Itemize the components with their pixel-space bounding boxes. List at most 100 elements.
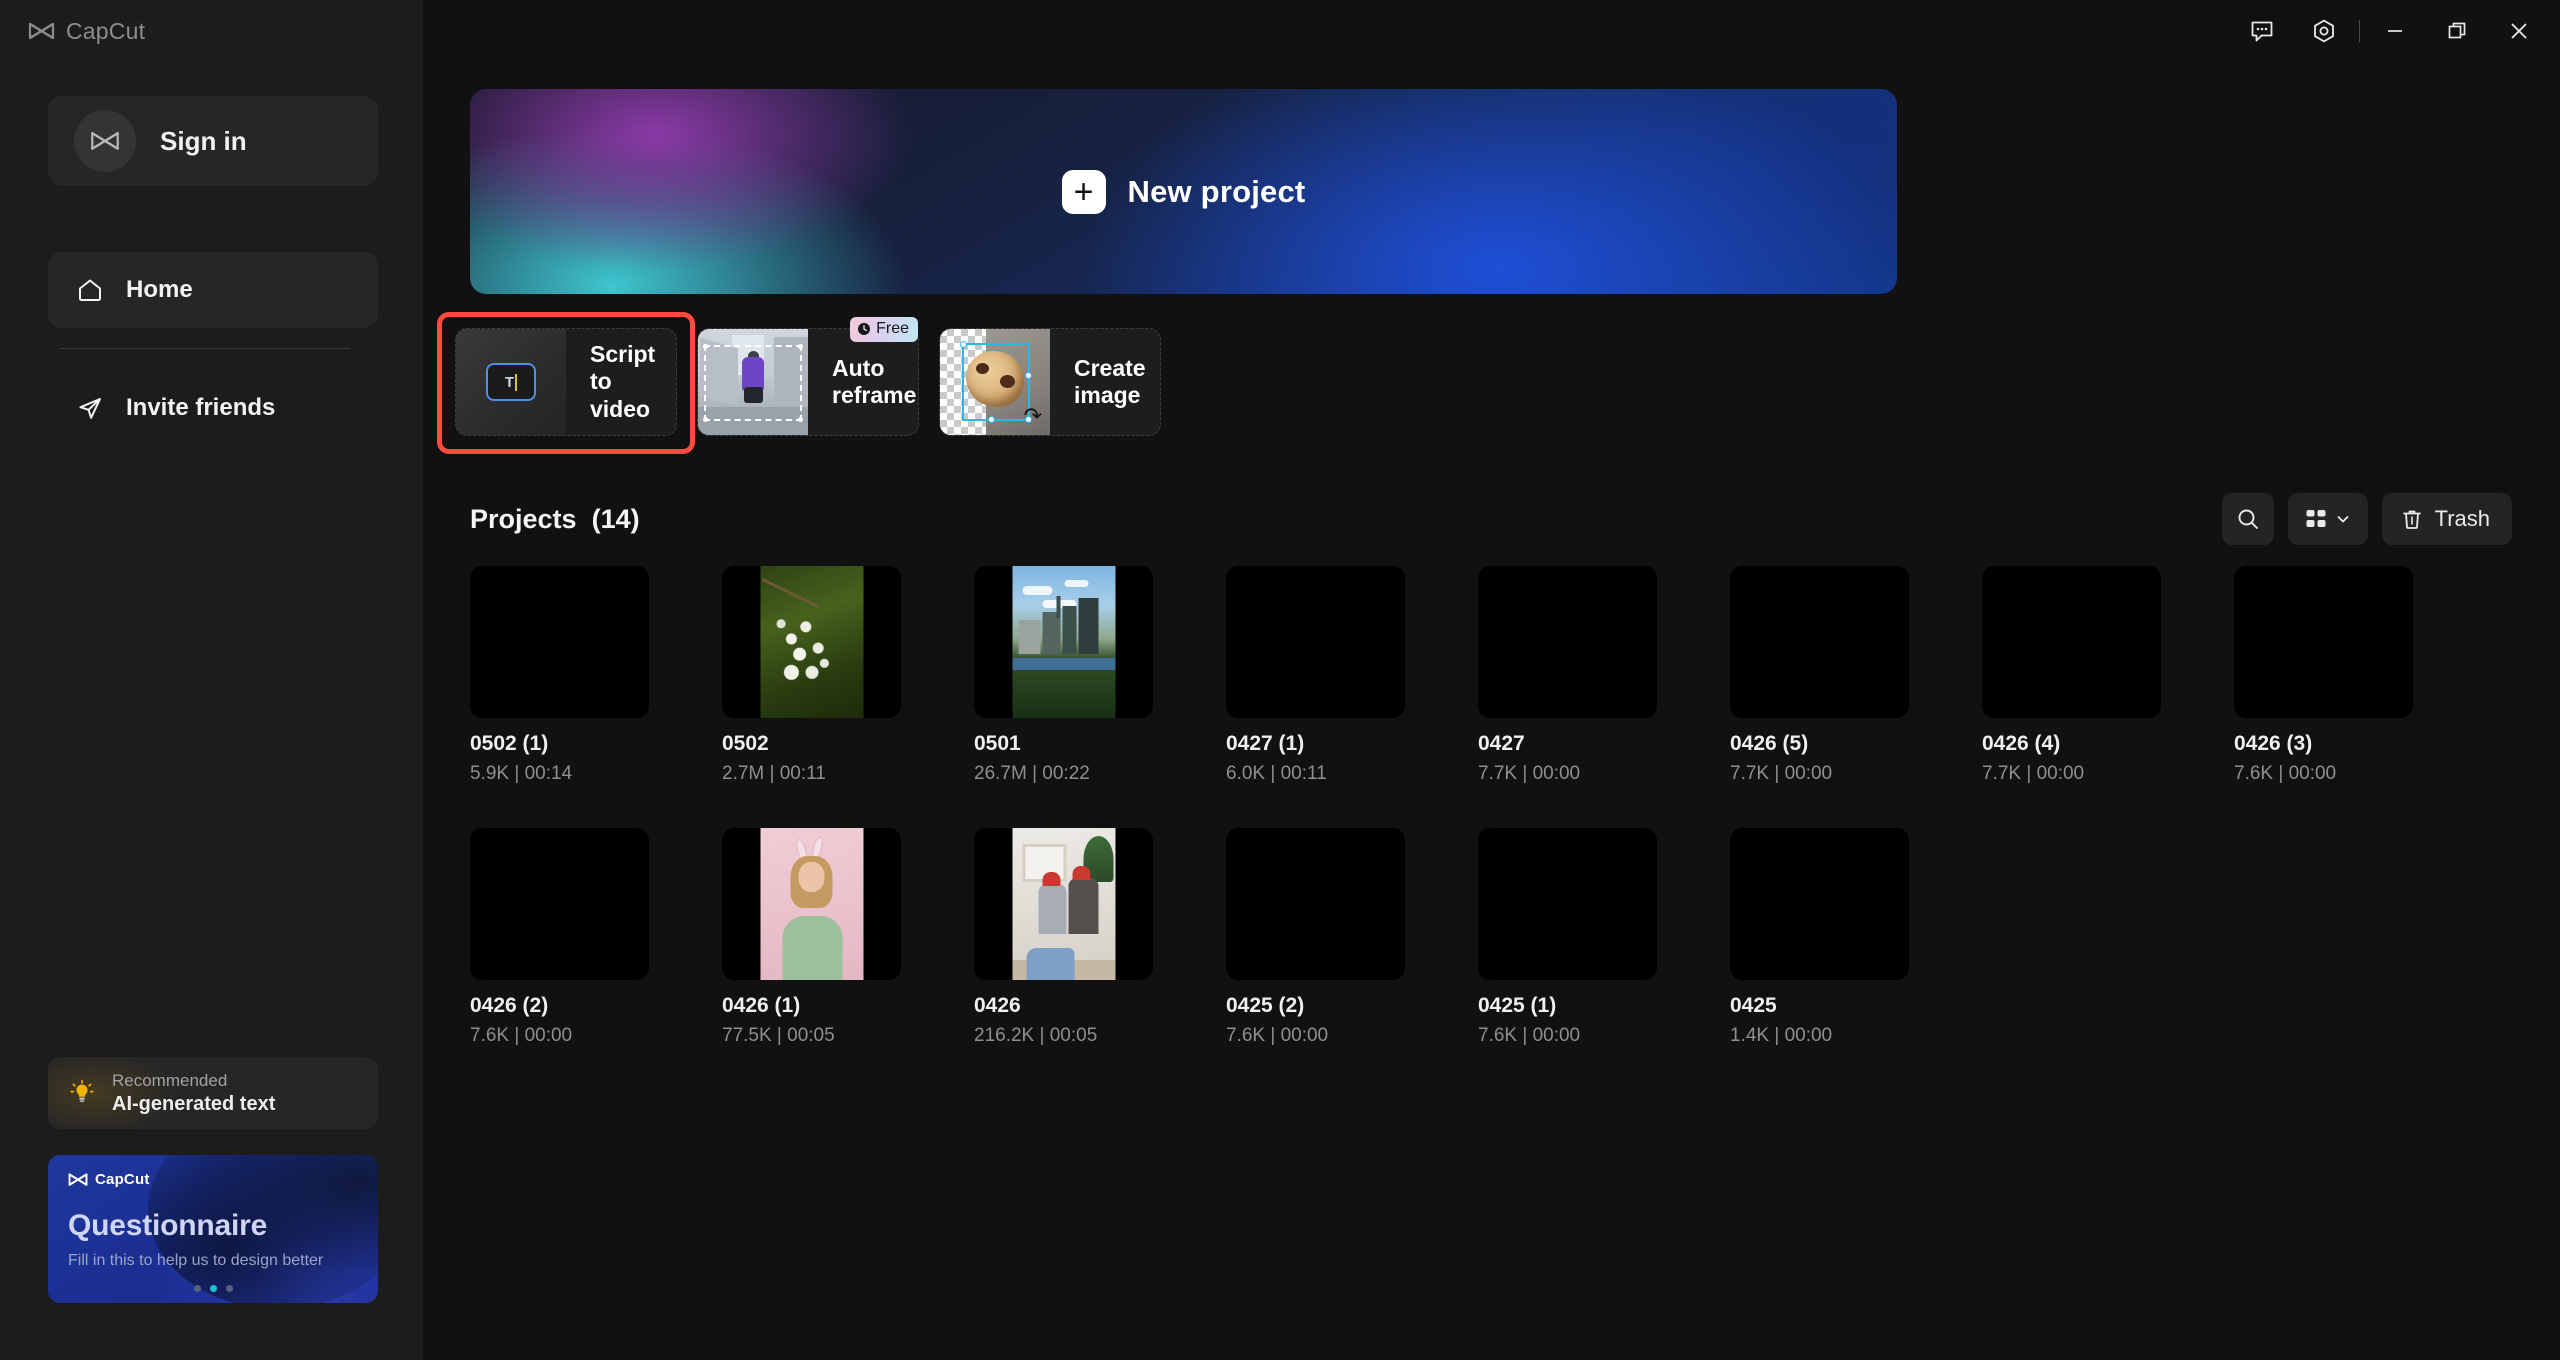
project-meta: 7.7K | 00:00	[1478, 763, 1581, 784]
project-meta: 77.5K | 00:05	[722, 1025, 835, 1046]
thumbnail-art	[760, 828, 863, 980]
project-meta: 26.7M | 00:22	[974, 763, 1090, 784]
project-thumbnail[interactable]	[722, 566, 901, 718]
promo-logo-text: CapCut	[95, 1171, 150, 1188]
project-tile[interactable]: 0426 (4) 7.7K | 00:00	[1982, 566, 2161, 785]
search-icon	[2238, 509, 2258, 529]
promo-subtitle: Fill in this to help us to design better	[68, 1252, 324, 1269]
project-thumbnail[interactable]	[1478, 828, 1657, 980]
project-tile[interactable]: 0501 26.7M | 00:22	[974, 566, 1153, 785]
promo-dot-1[interactable]	[193, 1285, 201, 1292]
sidebar: Sign in Home Invite friends Recommended …	[0, 0, 423, 1360]
restore-icon[interactable]	[2426, 0, 2488, 62]
project-name: 0425	[1730, 994, 1777, 1017]
feature-card-create-image[interactable]: ↷ Create image	[939, 328, 1161, 436]
project-tile[interactable]: 0502 2.7M | 00:11	[722, 566, 901, 785]
view-mode-button[interactable]	[2287, 493, 2368, 545]
feature-card-script-to-video[interactable]: T Script to video	[455, 328, 677, 436]
projects-grid: 0502 (1) 5.9K | 00:14 0502 2.7M | 00:11 0501…	[470, 566, 2530, 1047]
trash-icon	[2402, 510, 2421, 529]
project-meta: 2.7M | 00:11	[722, 763, 826, 784]
project-thumbnail[interactable]	[1226, 828, 1405, 980]
project-name: 0426 (5)	[1730, 732, 1809, 755]
new-project-label: New project	[1127, 173, 1306, 209]
plus-icon: +	[1061, 169, 1106, 214]
promo-carousel-dots[interactable]	[48, 1285, 378, 1292]
script-to-video-thumbnail: T	[456, 329, 566, 435]
sign-in-button[interactable]: Sign in	[48, 96, 378, 186]
sidebar-divider	[60, 348, 350, 349]
promo-dot-3[interactable]	[225, 1285, 233, 1292]
projects-header: Projects (14) Trash	[470, 490, 2512, 548]
window-controls	[2231, 0, 2560, 62]
sidebar-item-home[interactable]: Home	[48, 252, 378, 328]
project-thumbnail[interactable]	[1730, 566, 1909, 718]
auto-reframe-thumbnail	[698, 329, 808, 435]
feature-card-auto-reframe-label: Auto reframe	[832, 354, 917, 408]
recommended-card[interactable]: Recommended AI-generated text	[48, 1057, 378, 1129]
close-icon[interactable]	[2488, 0, 2550, 62]
feedback-icon[interactable]	[2231, 0, 2293, 62]
promo-title: Questionnaire	[68, 1209, 268, 1242]
recommended-feature: AI-generated text	[112, 1092, 276, 1115]
titlebar-divider	[2359, 20, 2360, 42]
home-icon	[76, 276, 104, 304]
questionnaire-promo-card[interactable]: CapCut Questionnaire Fill in this to hel…	[48, 1155, 378, 1303]
project-tile[interactable]: 0426 (2) 7.6K | 00:00	[470, 828, 649, 1047]
project-thumbnail[interactable]	[974, 566, 1153, 718]
project-tile[interactable]: 0425 1.4K | 00:00	[1730, 828, 1909, 1047]
project-thumbnail[interactable]	[1730, 828, 1909, 980]
project-tile[interactable]: 0427 (1) 6.0K | 00:11	[1226, 566, 1405, 785]
project-meta: 5.9K | 00:14	[470, 763, 573, 784]
project-name: 0426 (4)	[1982, 732, 2061, 755]
project-name: 0502 (1)	[470, 732, 549, 755]
project-tile[interactable]: 0426 (5) 7.7K | 00:00	[1730, 566, 1909, 785]
promo-dot-2[interactable]	[209, 1285, 217, 1292]
project-tile[interactable]: 0425 (2) 7.6K | 00:00	[1226, 828, 1405, 1047]
project-thumbnail[interactable]	[722, 828, 901, 980]
project-thumbnail[interactable]	[2234, 566, 2413, 718]
project-name: 0427 (1)	[1226, 732, 1305, 755]
project-name: 0426 (2)	[470, 994, 549, 1017]
project-thumbnail[interactable]	[470, 566, 649, 718]
project-thumbnail[interactable]	[1478, 566, 1657, 718]
project-meta: 7.7K | 00:00	[1982, 763, 2085, 784]
capcut-mark-icon	[28, 22, 55, 39]
projects-title-text: Projects	[470, 503, 577, 534]
feature-cards-row: T Script to video Auto reframe Free ↷ Cr…	[423, 312, 2560, 472]
free-badge-label: Free	[876, 320, 909, 337]
create-image-thumbnail: ↷	[940, 329, 1050, 435]
project-tile[interactable]: 0426 216.2K | 00:05	[974, 828, 1153, 1047]
project-tile[interactable]: 0425 (1) 7.6K | 00:00	[1478, 828, 1657, 1047]
project-tile[interactable]: 0426 (1) 77.5K | 00:05	[722, 828, 901, 1047]
project-thumbnail[interactable]	[470, 828, 649, 980]
capcut-mark-icon	[91, 131, 119, 150]
minimize-icon[interactable]	[2364, 0, 2426, 62]
project-meta: 7.6K | 00:00	[1478, 1025, 1581, 1046]
app-logo: CapCut	[28, 18, 145, 45]
project-name: 0426 (1)	[722, 994, 801, 1017]
project-tile[interactable]: 0426 (3) 7.6K | 00:00	[2234, 566, 2413, 785]
search-button[interactable]	[2221, 493, 2274, 545]
project-name: 0502	[722, 732, 769, 755]
promo-logo: CapCut	[68, 1171, 150, 1188]
project-meta: 1.4K | 00:00	[1730, 1025, 1833, 1046]
projects-toolbar: Trash	[2221, 493, 2512, 545]
project-thumbnail[interactable]	[1982, 566, 2161, 718]
project-meta: 7.6K | 00:00	[1226, 1025, 1329, 1046]
new-project-button[interactable]: + New project	[470, 89, 1897, 294]
project-thumbnail[interactable]	[1226, 566, 1405, 718]
project-tile[interactable]: 0502 (1) 5.9K | 00:14	[470, 566, 649, 785]
rotate-arrow-icon: ↷	[1023, 403, 1042, 428]
trash-button[interactable]: Trash	[2381, 493, 2512, 545]
free-badge: Free	[850, 317, 918, 342]
send-icon	[76, 394, 104, 422]
project-tile[interactable]: 0427 7.7K | 00:00	[1478, 566, 1657, 785]
project-meta: 7.7K | 00:00	[1730, 763, 1833, 784]
settings-icon[interactable]	[2293, 0, 2355, 62]
sidebar-item-invite-friends[interactable]: Invite friends	[48, 378, 388, 438]
feature-card-auto-reframe[interactable]: Auto reframe Free	[697, 317, 919, 436]
project-thumbnail[interactable]	[974, 828, 1153, 980]
sidebar-item-invite-friends-label: Invite friends	[126, 394, 276, 421]
thumbnail-art	[1012, 828, 1115, 980]
